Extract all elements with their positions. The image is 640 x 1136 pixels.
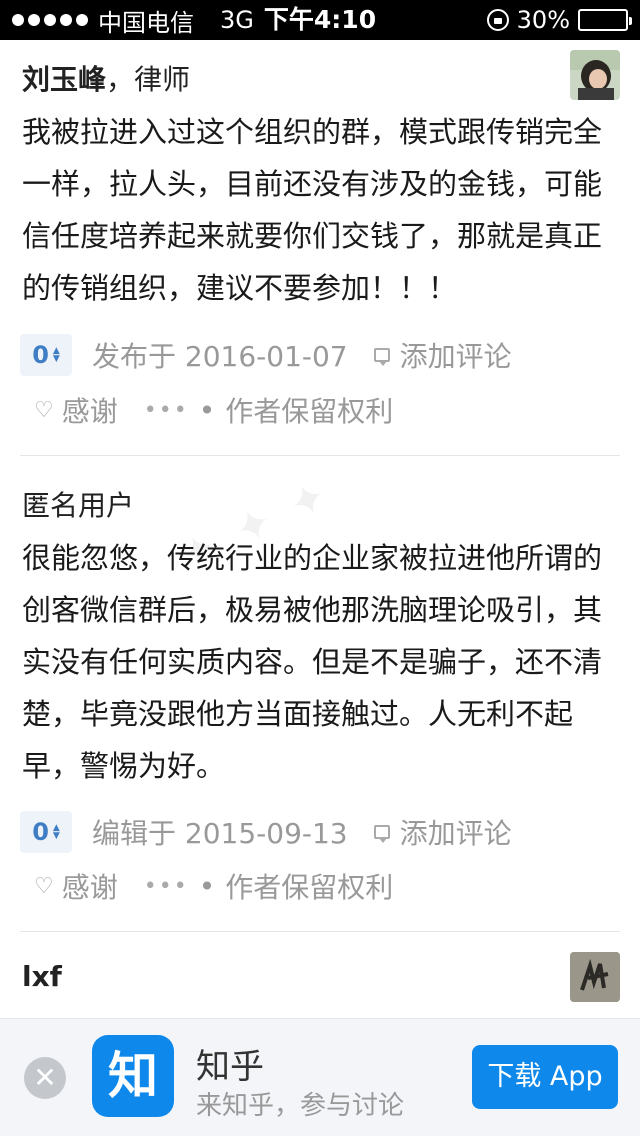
download-app-button[interactable]: 下载 App [472, 1045, 618, 1109]
author-title: ，律师 [106, 63, 191, 96]
battery-icon [578, 9, 632, 31]
heart-icon[interactable]: ♡ [34, 874, 54, 899]
zhihu-app-icon: 知 [92, 1035, 174, 1117]
answer-date: 发布于 2016-01-07 [92, 340, 348, 373]
comment-icon[interactable] [373, 348, 390, 366]
vote-count: 0 [32, 341, 49, 369]
vote-count: 0 [32, 818, 49, 846]
separator-dot: • [198, 393, 216, 427]
add-comment-link[interactable]: 添加评论 [400, 335, 512, 375]
author-name[interactable]: lxf [22, 960, 62, 993]
vote-button[interactable]: 0 ▲ ▼ [20, 811, 72, 853]
battery-percent: 30% [516, 6, 570, 34]
rights-label: 作者保留权利 [225, 395, 394, 428]
avatar[interactable] [570, 50, 620, 100]
close-icon[interactable]: ✕ [24, 1057, 66, 1099]
thanks-button[interactable]: 感谢 [62, 390, 118, 430]
author-name: 匿名用户 [22, 489, 135, 522]
avatar[interactable] [570, 952, 620, 1002]
rights-label: 作者保留权利 [225, 871, 394, 904]
answer-actions: ♡ 感谢 ••• • 作者保留权利 [34, 390, 393, 430]
vote-arrows-icon: ▲ ▼ [52, 823, 60, 841]
answer-meta: 0 ▲ ▼ 发布于 2016-01-07 添加评论 [20, 333, 512, 377]
more-icon[interactable]: ••• [144, 874, 189, 899]
answer-author[interactable]: lxf [22, 960, 62, 993]
thanks-button[interactable]: 感谢 [62, 866, 118, 906]
rotation-lock-icon [486, 9, 509, 31]
vote-arrows-icon: ▲ ▼ [52, 346, 60, 364]
app-download-banner: ✕ 知 知乎 来知乎，参与讨论 下载 App [0, 1018, 640, 1136]
status-right: 30% [486, 0, 632, 40]
answer-author[interactable]: 刘玉峰，律师 [22, 58, 190, 98]
add-comment-link[interactable]: 添加评论 [400, 812, 512, 852]
author-name[interactable]: 刘玉峰 [22, 63, 106, 96]
app-name: 知乎 [196, 1047, 264, 1087]
divider [20, 455, 620, 456]
vote-button[interactable]: 0 ▲ ▼ [20, 334, 72, 376]
answer-date: 编辑于 2015-09-13 [92, 817, 348, 850]
divider [20, 931, 620, 932]
separator-dot: • [198, 869, 216, 903]
status-bar: 中国电信 3G 下午4:10 30% [0, 0, 640, 40]
comment-icon[interactable] [373, 825, 390, 843]
answer-content: 很能忽悠，传统行业的企业家被拉进他所谓的创客微信群后，极易被他那洗脑理论吸引，其… [22, 541, 603, 783]
answer-content: 我被拉进入过这个组织的群，模式跟传销完全一样，拉人头，目前还没有涉及的金钱，可能… [22, 115, 603, 305]
app-subtitle: 来知乎，参与讨论 [196, 1091, 405, 1121]
answer-meta: 0 ▲ ▼ 编辑于 2015-09-13 添加评论 [20, 810, 512, 854]
answer-actions: ♡ 感谢 ••• • 作者保留权利 [34, 866, 393, 906]
heart-icon[interactable]: ♡ [34, 398, 54, 423]
answer-author: 匿名用户 [22, 484, 134, 524]
more-icon[interactable]: ••• [144, 398, 189, 423]
